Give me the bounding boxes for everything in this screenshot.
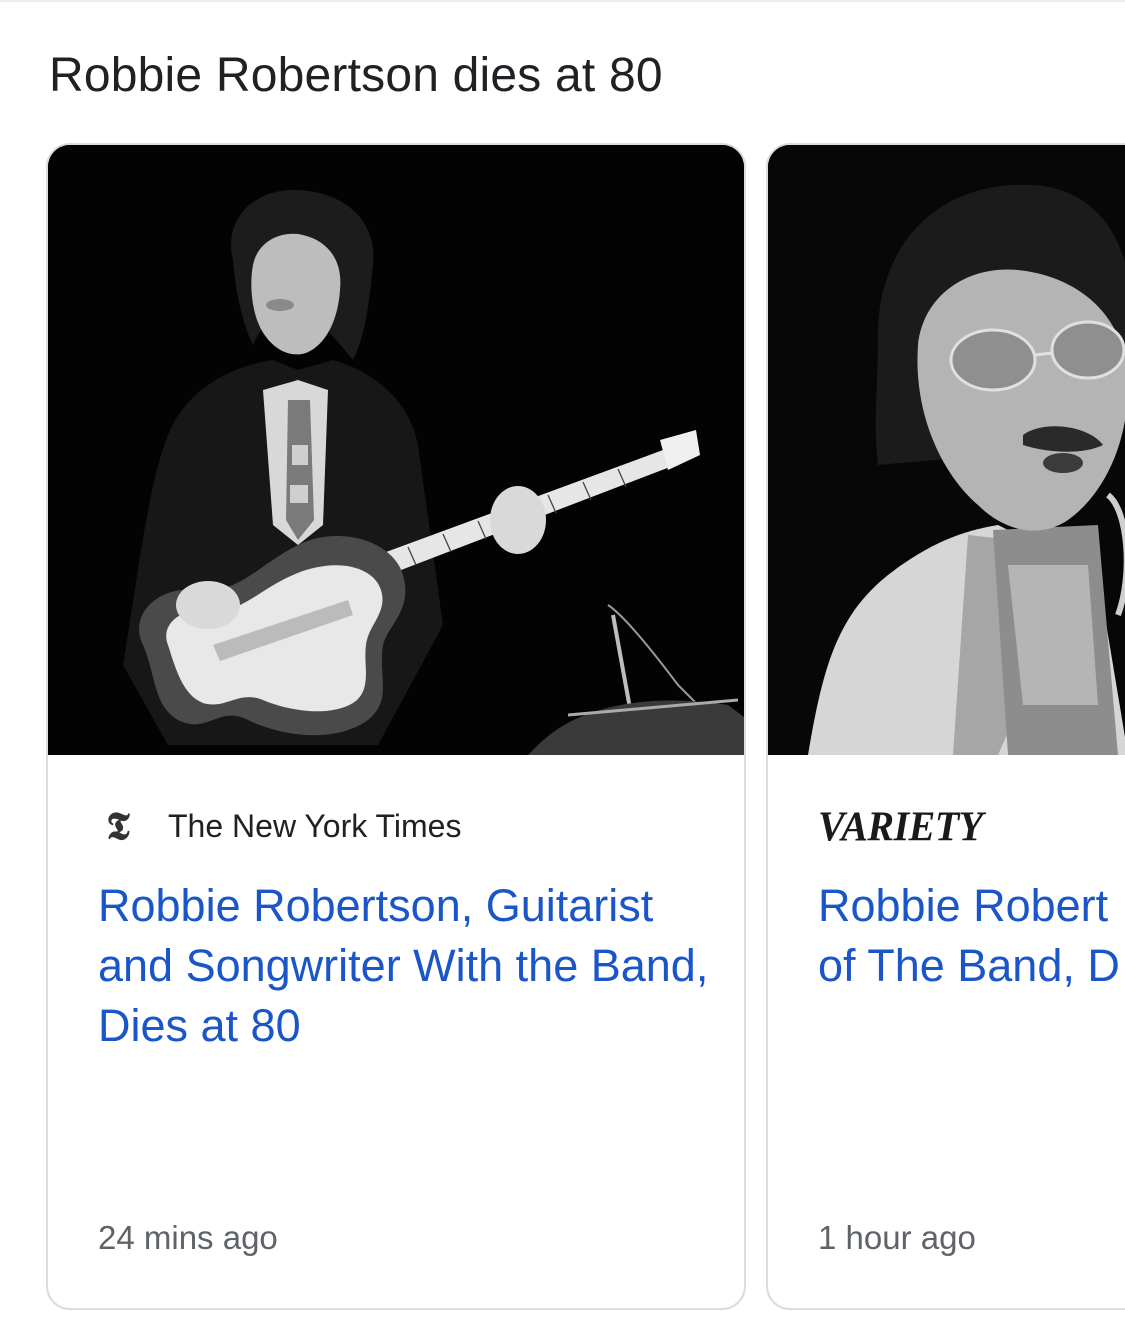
article-headline-link[interactable]: Robbie Robertson, Guitarist and Songwrit… — [98, 876, 718, 1056]
source-name: The New York Times — [168, 807, 462, 844]
headline-line: Robbie Robert — [818, 880, 1109, 931]
article-headline-link[interactable]: Robbie Robert of The Band, D — [818, 876, 1125, 996]
headline-line: of The Band, D — [818, 940, 1120, 991]
top-divider — [0, 0, 1125, 2]
news-card[interactable]: 𝕿 The New York Times Robbie Robertson, G… — [46, 143, 746, 1310]
news-carousel[interactable]: 𝕿 The New York Times Robbie Robertson, G… — [0, 143, 1125, 1320]
article-timestamp: 24 mins ago — [98, 1219, 278, 1256]
news-card[interactable]: VARIETY Robbie Robert of The Band, D 1 ho… — [766, 143, 1125, 1310]
article-timestamp: 1 hour ago — [818, 1219, 976, 1256]
article-source: 𝕿 The New York Times — [98, 803, 462, 848]
article-source: VARIETY — [818, 802, 983, 849]
section-title: Robbie Robertson dies at 80 — [49, 49, 663, 102]
article-thumbnail[interactable] — [48, 145, 744, 755]
nyt-t-icon: 𝕿 — [106, 803, 130, 848]
variety-logo: VARIETY — [818, 802, 983, 850]
article-thumbnail[interactable] — [768, 145, 1125, 755]
